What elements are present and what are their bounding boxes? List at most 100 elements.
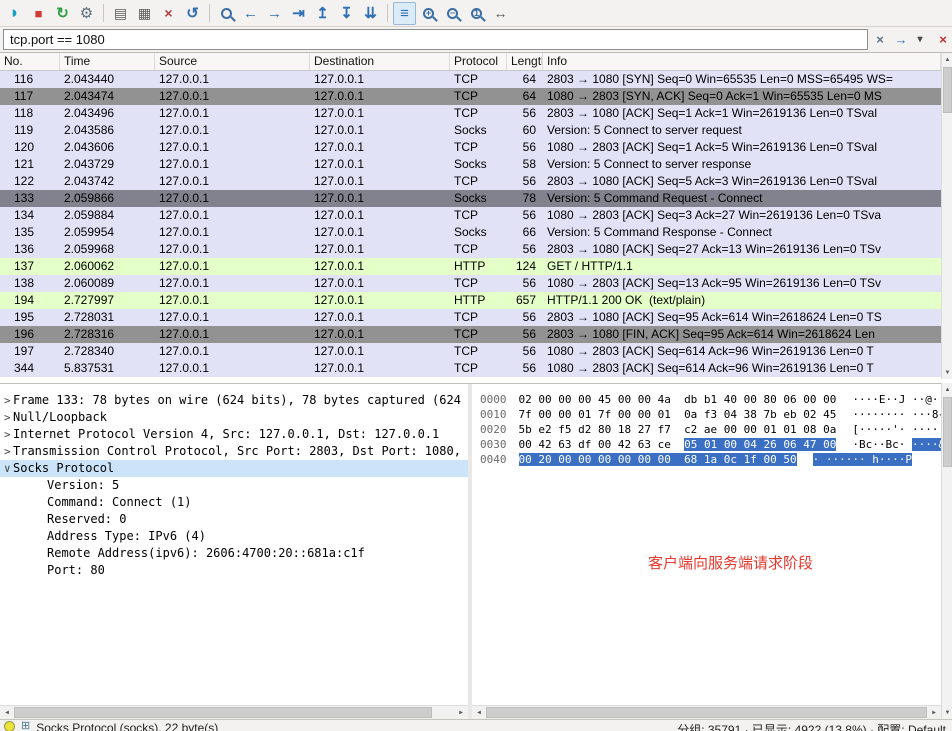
expander-icon[interactable]: >: [0, 426, 13, 443]
detail-socks-port[interactable]: Port: 80: [0, 562, 468, 579]
packet-row[interactable]: 1972.728340127.0.0.1127.0.0.1TCP561080 →…: [0, 343, 941, 360]
resize-columns-icon[interactable]: ↔: [489, 2, 512, 25]
filter-apply-button[interactable]: →: [892, 30, 910, 50]
scrollbar-thumb[interactable]: [486, 707, 927, 718]
go-last-icon[interactable]: ↧: [335, 2, 358, 25]
capture-comment-icon[interactable]: ⊞: [21, 721, 30, 731]
packet-row[interactable]: 1202.043606127.0.0.1127.0.0.1TCP561080 →…: [0, 139, 941, 156]
detail-socks-selected[interactable]: ∨Socks Protocol: [0, 460, 468, 477]
header-protocol[interactable]: Protocol: [450, 53, 507, 70]
capture-options-icon[interactable]: ⚙: [75, 2, 98, 25]
hex-row[interactable]: 000002 00 00 00 45 00 00 4a db b1 40 00 …: [480, 392, 941, 407]
packet-row-selected[interactable]: 1332.059866127.0.0.1127.0.0.1Socks78Vers…: [0, 190, 941, 207]
go-first-icon[interactable]: ↥: [311, 2, 334, 25]
hex-hscrollbar[interactable]: ◀ ▶: [472, 705, 941, 719]
packet-row[interactable]: 1342.059884127.0.0.1127.0.0.1TCP561080 →…: [0, 207, 941, 224]
find-packet-icon[interactable]: [215, 2, 238, 25]
packet-row[interactable]: 1372.060062127.0.0.1127.0.0.1HTTP124GET …: [0, 258, 941, 275]
hex-row[interactable]: 003000 42 63 df 00 42 63 ce 05 01 00 04 …: [480, 437, 941, 452]
header-destination[interactable]: Destination: [310, 53, 450, 70]
detail-socks-reserved[interactable]: Reserved: 0: [0, 511, 468, 528]
auto-scroll-icon[interactable]: ⇊: [359, 2, 382, 25]
packet-row[interactable]: 1952.728031127.0.0.1127.0.0.1TCP562803 →…: [0, 309, 941, 326]
col-source: 127.0.0.1: [155, 207, 310, 224]
scroll-left-icon[interactable]: ◀: [472, 706, 486, 720]
scroll-up-icon[interactable]: ▲: [942, 53, 952, 66]
col-info: 2803 → 1080 [ACK] Seq=27 Ack=13 Win=2619…: [543, 241, 941, 258]
detail-socks-command[interactable]: Command: Connect (1): [0, 494, 468, 511]
hex-row[interactable]: 00205b e2 f5 d2 80 18 27 f7 c2 ae 00 00 …: [480, 422, 941, 437]
header-no[interactable]: No.: [0, 53, 60, 70]
scroll-down-icon[interactable]: ▼: [942, 366, 952, 379]
save-file-icon[interactable]: ▦: [133, 2, 156, 25]
detail-linktype[interactable]: >Null/Loopback: [0, 409, 468, 426]
col-time: 2.060062: [60, 258, 155, 275]
filter-edge-button[interactable]: ×: [937, 30, 949, 50]
colorize-icon[interactable]: ≡: [393, 2, 416, 25]
hex-pane-scrollbar[interactable]: ▲ ▼: [941, 383, 952, 719]
scrollbar-thumb[interactable]: [943, 397, 952, 467]
scroll-right-icon[interactable]: ▶: [927, 706, 941, 720]
scroll-up-icon[interactable]: ▲: [942, 383, 952, 396]
hex-row[interactable]: 00107f 00 00 01 7f 00 00 01 0a f3 04 38 …: [480, 407, 941, 422]
open-file-icon[interactable]: ▤: [109, 2, 132, 25]
detail-tcp[interactable]: >Transmission Control Protocol, Src Port…: [0, 443, 468, 460]
zoom-reset-icon[interactable]: 1: [465, 2, 488, 25]
header-time[interactable]: Time: [60, 53, 155, 70]
capture-stop-icon[interactable]: ■: [27, 2, 50, 25]
detail-socks-remoteaddr[interactable]: Remote Address(ipv6): 2606:4700:20::681a…: [0, 545, 468, 562]
packet-row[interactable]: 1352.059954127.0.0.1127.0.0.1Socks66Vers…: [0, 224, 941, 241]
go-forward-icon[interactable]: →: [263, 2, 286, 25]
filter-dropdown-button[interactable]: ▾: [913, 30, 927, 50]
scroll-down-icon[interactable]: ▼: [942, 706, 952, 719]
scroll-left-icon[interactable]: ◀: [0, 706, 14, 720]
hex-row[interactable]: 004000 20 00 00 00 00 00 00 68 1a 0c 1f …: [480, 452, 941, 467]
go-back-icon[interactable]: ←: [239, 2, 262, 25]
hex-bytes: 02 00 00 00 45 00 00 4a db b1 40 00 80 0…: [519, 393, 837, 406]
expander-open-icon[interactable]: ∨: [0, 460, 13, 477]
col-protocol: TCP: [450, 309, 507, 326]
details-hscrollbar[interactable]: ◀ ▶: [0, 705, 468, 719]
go-to-packet-icon[interactable]: ⇥: [287, 2, 310, 25]
filter-clear-button[interactable]: ×: [871, 30, 889, 50]
packet-row[interactable]: 1162.043440127.0.0.1127.0.0.1TCP642803 →…: [0, 71, 941, 88]
expander-icon[interactable]: >: [0, 409, 13, 426]
header-source[interactable]: Source: [155, 53, 310, 70]
scroll-right-icon[interactable]: ▶: [454, 706, 468, 720]
reload-file-icon[interactable]: ↺: [181, 2, 204, 25]
packet-row[interactable]: 1382.060089127.0.0.1127.0.0.1TCP561080 →…: [0, 275, 941, 292]
detail-socks-version[interactable]: Version: 5: [0, 477, 468, 494]
packet-row[interactable]: 1182.043496127.0.0.1127.0.0.1TCP562803 →…: [0, 105, 941, 122]
packet-row[interactable]: 3445.837531127.0.0.1127.0.0.1TCP561080 →…: [0, 360, 941, 377]
scrollbar-thumb[interactable]: [14, 707, 432, 718]
status-field-info: Socks Protocol (socks), 22 byte(s): [36, 721, 218, 731]
zoom-in-icon[interactable]: +: [417, 2, 440, 25]
expander-icon[interactable]: >: [0, 443, 13, 460]
detail-frame[interactable]: >Frame 133: 78 bytes on wire (624 bits),…: [0, 392, 468, 409]
col-info: 2803 → 1080 [ACK] Seq=95 Ack=614 Win=261…: [543, 309, 941, 326]
header-length[interactable]: Length: [507, 53, 543, 70]
packet-row[interactable]: 1362.059968127.0.0.1127.0.0.1TCP562803 →…: [0, 241, 941, 258]
capture-restart-icon[interactable]: ↻: [51, 2, 74, 25]
detail-ip[interactable]: >Internet Protocol Version 4, Src: 127.0…: [0, 426, 468, 443]
close-file-icon[interactable]: ×: [157, 2, 180, 25]
packet-list-scrollbar[interactable]: ▲ ▼: [941, 53, 952, 379]
zoom-out-icon[interactable]: −: [441, 2, 464, 25]
header-info[interactable]: Info: [543, 53, 941, 70]
expander-icon[interactable]: >: [0, 392, 13, 409]
expert-info-icon[interactable]: [4, 721, 15, 731]
col-destination: 127.0.0.1: [310, 207, 450, 224]
packet-row[interactable]: 1942.727997127.0.0.1127.0.0.1HTTP657HTTP…: [0, 292, 941, 309]
packet-row[interactable]: 1212.043729127.0.0.1127.0.0.1Socks58Vers…: [0, 156, 941, 173]
col-length: 56: [507, 360, 543, 377]
packet-row[interactable]: 1962.728316127.0.0.1127.0.0.1TCP562803 →…: [0, 326, 941, 343]
scrollbar-thumb[interactable]: [943, 67, 952, 113]
display-filter-input[interactable]: [3, 29, 868, 50]
capture-start-icon[interactable]: ◗: [3, 2, 26, 25]
packet-row[interactable]: 1192.043586127.0.0.1127.0.0.1Socks60Vers…: [0, 122, 941, 139]
packet-row[interactable]: 1172.043474127.0.0.1127.0.0.1TCP641080 →…: [0, 88, 941, 105]
detail-text: Reserved: 0: [47, 512, 126, 526]
packet-row[interactable]: 1222.043742127.0.0.1127.0.0.1TCP562803 →…: [0, 173, 941, 190]
detail-socks-addrtype[interactable]: Address Type: IPv6 (4): [0, 528, 468, 545]
col-length: 58: [507, 156, 543, 173]
